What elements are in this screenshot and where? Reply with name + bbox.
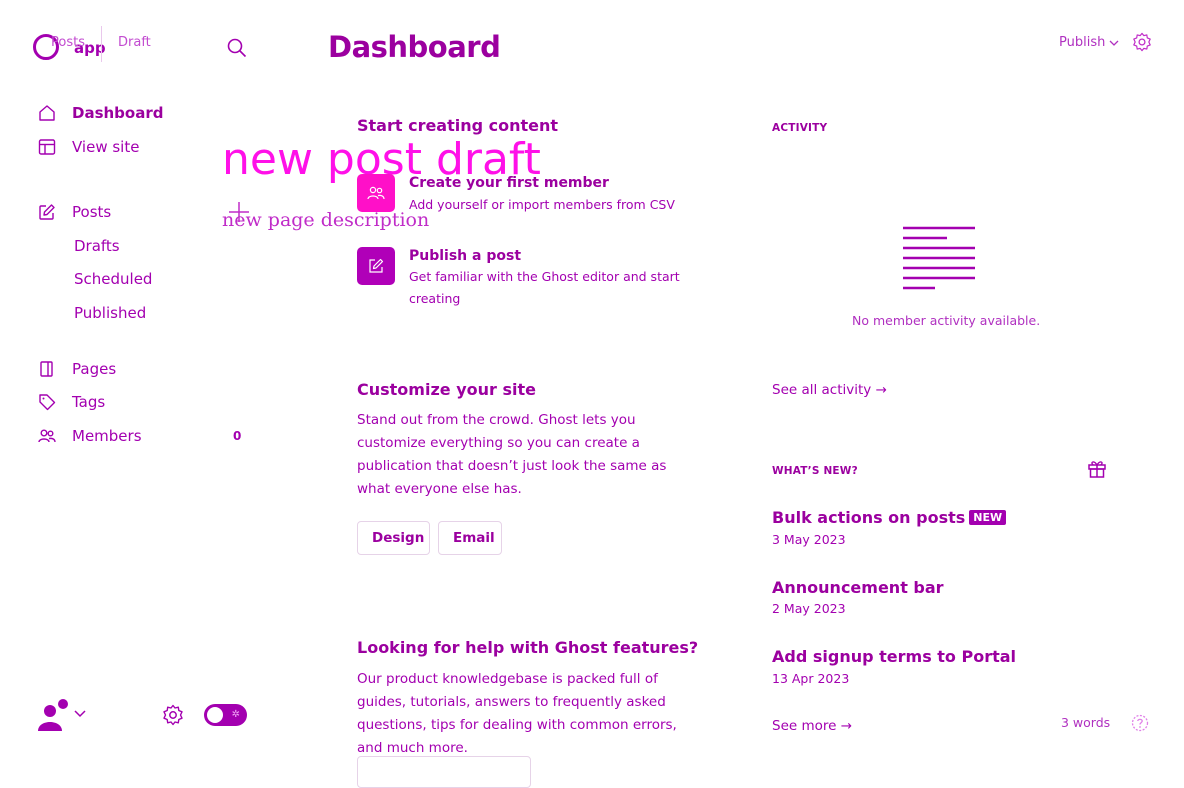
sidebar-item-label: Posts (72, 203, 112, 221)
help-text: Our product knowledgebase is packed full… (357, 671, 677, 756)
help-circle-icon[interactable] (1131, 714, 1149, 732)
home-icon (38, 104, 56, 122)
chevron-down-icon (1109, 39, 1119, 47)
see-more-link[interactable]: See more → (772, 718, 852, 734)
sidebar-item-published[interactable]: Published (74, 304, 146, 322)
members-count: 0 (233, 429, 242, 443)
customize-site-title: Customize your site (357, 380, 536, 399)
breadcrumb-draft[interactable]: Draft (118, 35, 151, 50)
design-button[interactable]: Design (357, 521, 430, 555)
sidebar-item-label: Members (72, 427, 142, 445)
breadcrumb-divider (101, 26, 102, 62)
toggle-knob (207, 707, 223, 723)
activity-empty-message: No member activity available. (852, 313, 1041, 328)
whats-new-heading: WHAT’S NEW? (772, 465, 858, 477)
moon-icon: ✲ (231, 709, 240, 720)
news-item-date: 13 Apr 2023 (772, 671, 850, 686)
word-count: 3 words (1061, 715, 1111, 730)
card-create-member-desc: Add yourself or import members from CSV (409, 197, 675, 212)
help-button[interactable] (357, 756, 531, 788)
activity-heading: ACTIVITY (772, 122, 828, 134)
sidebar-item-label: View site (72, 138, 140, 156)
start-creating-title: Start creating content (357, 116, 559, 135)
sidebar-item-label: Dashboard (72, 104, 164, 122)
edit-icon[interactable] (357, 247, 395, 285)
news-item-title[interactable]: Add signup terms to Portal (772, 647, 1016, 666)
user-avatar[interactable] (36, 698, 70, 732)
card-create-member-title[interactable]: Create your first member (409, 175, 609, 191)
news-item-date: 3 May 2023 (772, 532, 846, 547)
dark-mode-toggle[interactable]: ✲ (204, 704, 247, 726)
tag-icon (38, 393, 56, 411)
sidebar-item-label: Pages (72, 360, 117, 378)
sidebar-item-drafts[interactable]: Drafts (74, 237, 120, 255)
see-all-activity-link[interactable]: See all activity → (772, 382, 887, 398)
search-icon[interactable] (227, 38, 247, 58)
text-lines-icon (902, 226, 976, 292)
pencil-square-icon (38, 203, 56, 221)
card-publish-post-desc: Get familiar with the Ghost editor and s… (409, 269, 680, 306)
sidebar-item-scheduled[interactable]: Scheduled (74, 270, 152, 288)
sidebar-item-label: Tags (72, 393, 106, 411)
pages-icon (38, 360, 56, 378)
members-icon (38, 427, 56, 445)
sidebar-item-members[interactable]: Members (38, 426, 142, 446)
chevron-down-icon[interactable] (73, 709, 87, 719)
help-title: Looking for help with Ghost features? (357, 638, 699, 657)
news-item-title[interactable]: Announcement bar (772, 578, 944, 597)
news-item-title-text: Bulk actions on posts (772, 508, 966, 527)
news-item-title[interactable]: Bulk actions on posts NEW (772, 508, 1007, 527)
new-badge: NEW (969, 510, 1007, 525)
layout-icon (38, 138, 56, 156)
breadcrumb-posts[interactable]: Posts (51, 35, 85, 50)
publish-dropdown[interactable]: Publish (1059, 35, 1119, 50)
sidebar-item-tags[interactable]: Tags (38, 392, 105, 412)
email-button[interactable]: Email (438, 521, 502, 555)
sidebar-item-dashboard[interactable]: Dashboard (38, 103, 163, 123)
new-page-description-overlay: new page description (222, 209, 430, 231)
sidebar-item-view-site[interactable]: View site (38, 137, 139, 157)
settings-gear-icon[interactable] (162, 704, 184, 726)
sidebar-item-pages[interactable]: Pages (38, 359, 116, 379)
members-icon[interactable] (357, 174, 395, 212)
news-item-date: 2 May 2023 (772, 601, 846, 616)
page-title: Dashboard (328, 30, 501, 64)
customize-site-text: Stand out from the crowd. Ghost lets you… (357, 412, 667, 497)
settings-gear-icon[interactable] (1132, 32, 1152, 52)
publish-label: Publish (1059, 35, 1106, 50)
gift-icon[interactable] (1087, 459, 1107, 479)
sidebar-item-posts[interactable]: Posts (38, 202, 111, 222)
card-publish-post-title[interactable]: Publish a post (409, 248, 521, 264)
